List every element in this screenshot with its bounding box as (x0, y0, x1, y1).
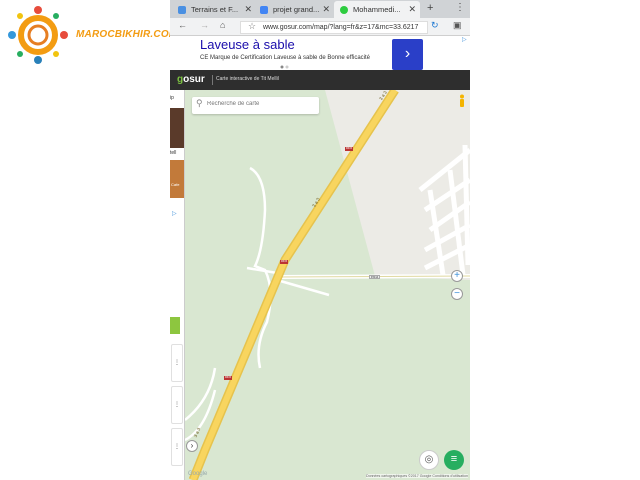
home-icon[interactable]: ⌂ (220, 20, 225, 30)
expand-panel-button[interactable]: › (186, 440, 198, 452)
tab-mohammedia[interactable]: Mohammedi... ✕ (334, 1, 420, 18)
new-tab-button[interactable]: + (427, 2, 433, 14)
sidebar-text: ip (170, 95, 174, 101)
route-shield: R315 (345, 147, 353, 151)
map-attribution[interactable]: Données cartographiques ©2017 Google Con… (365, 474, 468, 478)
tab-label: Terrains et F... (191, 5, 239, 14)
my-location-button[interactable]: ◎ (419, 450, 439, 470)
street-view-pegman-icon[interactable] (459, 94, 465, 108)
header-divider (212, 75, 213, 85)
forward-arrow-icon[interactable]: → (200, 20, 209, 30)
map-search-input[interactable] (207, 101, 315, 107)
back-arrow-icon[interactable]: ← (178, 20, 187, 30)
route-shield: R315 (224, 376, 232, 380)
reload-icon[interactable]: ↻ (431, 20, 439, 31)
gosur-logo[interactable]: gosur (177, 74, 205, 85)
phone-screen: Terrains et F... ✕ projet grand... ✕ Moh… (170, 0, 470, 480)
document-icon (260, 5, 268, 14)
list-item[interactable]: ⋮ (171, 386, 183, 424)
watermark-logo: MAROCBIKHIR.COM (0, 0, 190, 70)
site-header: gosur Carte interactive de Tit Mellil (170, 70, 470, 90)
search-icon[interactable]: ⚲ (196, 98, 203, 109)
menu-button[interactable]: ≡ (444, 450, 464, 470)
sun-logo-icon (8, 6, 68, 64)
more-menu-icon[interactable]: ⋮ (455, 2, 465, 13)
tab-label: Mohammedi... (353, 5, 401, 14)
map-caption: Carte interactive de Tit Mellil (216, 76, 279, 82)
ad-arrow-button[interactable]: › (392, 39, 423, 70)
route-shield: P3014 (369, 275, 380, 279)
star-icon[interactable]: ☆ (248, 21, 256, 32)
close-icon[interactable]: ✕ (322, 4, 330, 15)
route-shield: R315 (280, 260, 288, 264)
maps-pin-icon (178, 5, 186, 14)
zoom-out-button[interactable]: − (451, 288, 463, 300)
url-field[interactable]: www.gosur.com/map/?lang=fr&z=17&mc=33.62… (240, 21, 428, 34)
ad-pagination-dots (280, 65, 289, 69)
thumbnail-image[interactable]: Cafe (170, 160, 184, 198)
zoom-in-button[interactable]: + (451, 270, 463, 282)
browser-url-bar: ← → ⌂ www.gosur.com/map/?lang=fr&z=17&mc… (170, 18, 470, 36)
close-icon[interactable]: ✕ (244, 4, 252, 15)
close-icon[interactable]: ✕ (408, 4, 416, 15)
list-item[interactable]: ⋮ (171, 344, 183, 382)
bookmarks-icon[interactable]: ▣ (453, 20, 462, 31)
ad-choices-icon[interactable]: ▷ (462, 36, 467, 43)
watermark-text: MAROCBIKHIR.COM (76, 29, 178, 40)
ad-choices-icon[interactable]: ▷ (172, 210, 177, 217)
tab-projet[interactable]: projet grand... ✕ (254, 1, 334, 18)
ad-banner[interactable]: Laveuse à sable CE Marque de Certificati… (170, 36, 470, 70)
map-canvas[interactable] (185, 90, 470, 480)
sidebar-text: tell (170, 150, 177, 156)
ad-description: CE Marque de Certification Laveuse à sab… (200, 55, 370, 61)
list-item[interactable]: ⋮ (171, 428, 183, 466)
sidebar-green-button[interactable] (170, 317, 180, 334)
google-logo: Google (188, 471, 208, 477)
thumbnail-image[interactable] (170, 108, 184, 148)
ad-title[interactable]: Laveuse à sable (200, 37, 295, 52)
map-search-box[interactable]: ⚲ (192, 97, 319, 114)
sidebar-strip: ip tell Cafe ▷ ⋮ ⋮ ⋮ (170, 90, 185, 480)
tab-terrains[interactable]: Terrains et F... ✕ (172, 1, 256, 18)
browser-tab-bar: Terrains et F... ✕ projet grand... ✕ Moh… (170, 0, 470, 18)
tab-label: projet grand... (273, 5, 320, 14)
map-view[interactable]: 3 a 3 3 a 3 3 a 3 R315 R315 R315 P3014 ⚲… (185, 90, 470, 480)
leaf-icon (340, 5, 348, 14)
page: MAROCBIKHIR.COM Terrains et F... ✕ proje… (0, 0, 640, 480)
